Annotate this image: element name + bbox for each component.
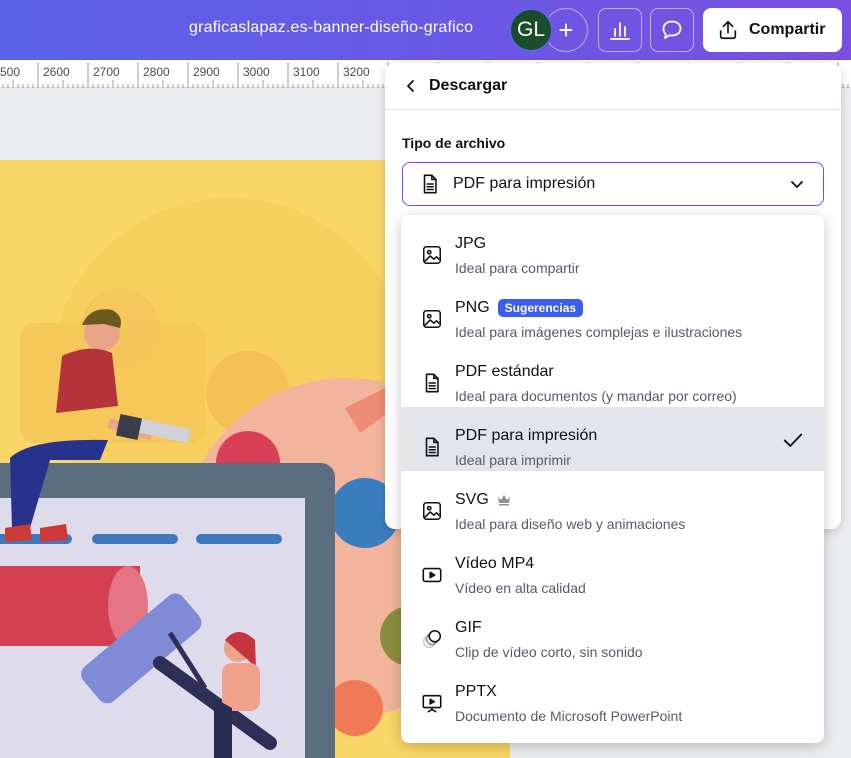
option-pptx[interactable]: PPTX Documento de Microsoft PowerPoint: [401, 663, 824, 727]
option-description: Ideal para documentos (y mandar por corr…: [455, 388, 737, 404]
presentation-icon: [422, 694, 442, 713]
option-description: Ideal para diseño web y animaciones: [455, 516, 686, 532]
checkmark-icon: [783, 433, 803, 447]
ruler-label: 2800: [143, 65, 170, 79]
option-png[interactable]: PNG Sugerencias Ideal para imágenes comp…: [401, 279, 824, 343]
upload-icon: [719, 20, 737, 40]
option-name: PDF estándar: [455, 363, 554, 380]
option-pdf-standard[interactable]: PDF estándar Ideal para documentos (y ma…: [401, 343, 824, 407]
comments-button[interactable]: [650, 8, 694, 52]
option-name: PPTX: [455, 683, 497, 700]
option-name: SVG: [455, 491, 511, 509]
ruler-label: 3000: [243, 65, 270, 79]
option-description: Vídeo en alta calidad: [455, 580, 586, 596]
top-toolbar: graficaslapaz.es-banner-diseño-grafico +…: [0, 0, 851, 60]
chevron-left-icon[interactable]: [403, 78, 419, 94]
image-icon: [422, 309, 442, 329]
file-type-dropdown: JPG Ideal para compartir PNG Sugerencias…: [401, 215, 824, 743]
share-button[interactable]: Compartir: [703, 8, 842, 52]
option-name: JPG: [455, 235, 487, 252]
ruler-label: 500: [0, 65, 21, 79]
image-icon: [422, 245, 442, 265]
option-description: Ideal para imágenes complejas e ilustrac…: [455, 324, 743, 340]
option-name: PDF para impresión: [455, 427, 598, 444]
document-icon: [425, 373, 439, 393]
avatar[interactable]: GL: [509, 8, 553, 52]
option-pdf-print[interactable]: PDF para impresión Ideal para imprimir: [401, 407, 824, 471]
option-name: GIF: [455, 619, 482, 636]
panel-title: Descargar: [429, 77, 508, 94]
file-type-select[interactable]: PDF para impresión: [402, 162, 824, 206]
document-icon: [423, 174, 437, 194]
option-mp4[interactable]: Vídeo MP4 Vídeo en alta calidad: [401, 535, 824, 599]
option-jpg[interactable]: JPG Ideal para compartir: [401, 215, 824, 279]
file-type-label: Tipo de archivo: [402, 135, 506, 151]
option-description: Documento de Microsoft PowerPoint: [455, 708, 683, 724]
image-icon: [422, 501, 442, 521]
ruler-label: 3100: [293, 65, 320, 79]
option-gif[interactable]: GIF Clip de vídeo corto, sin sonido: [401, 599, 824, 663]
gif-icon: [422, 629, 442, 649]
crown-icon: [497, 495, 510, 506]
suggestion-badge: Sugerencias: [497, 299, 584, 317]
insights-button[interactable]: [598, 8, 642, 52]
panel-header: Descargar: [385, 63, 841, 110]
option-description: Ideal para imprimir: [455, 452, 571, 468]
selected-file-type: PDF para impresión: [453, 175, 596, 192]
document-icon: [425, 437, 439, 457]
option-description: Clip de vídeo corto, sin sonido: [455, 644, 643, 660]
ruler-label: 2600: [43, 65, 70, 79]
ruler-label: 2900: [193, 65, 220, 79]
chevron-down-icon: [791, 181, 803, 188]
ruler-label: 2700: [93, 65, 120, 79]
video-icon: [422, 567, 442, 583]
bar-chart-icon: [610, 22, 630, 40]
option-name: PNG Sugerencias: [455, 299, 584, 317]
document-title[interactable]: graficaslapaz.es-banner-diseño-grafico: [189, 19, 473, 37]
share-label: Compartir: [749, 21, 826, 38]
option-description: Ideal para compartir: [455, 260, 580, 276]
option-name: Vídeo MP4: [455, 555, 535, 572]
comment-icon: [662, 20, 682, 39]
ruler-label: 3200: [343, 65, 370, 79]
option-svg[interactable]: SVG Ideal para diseño web y animaciones: [401, 471, 824, 535]
